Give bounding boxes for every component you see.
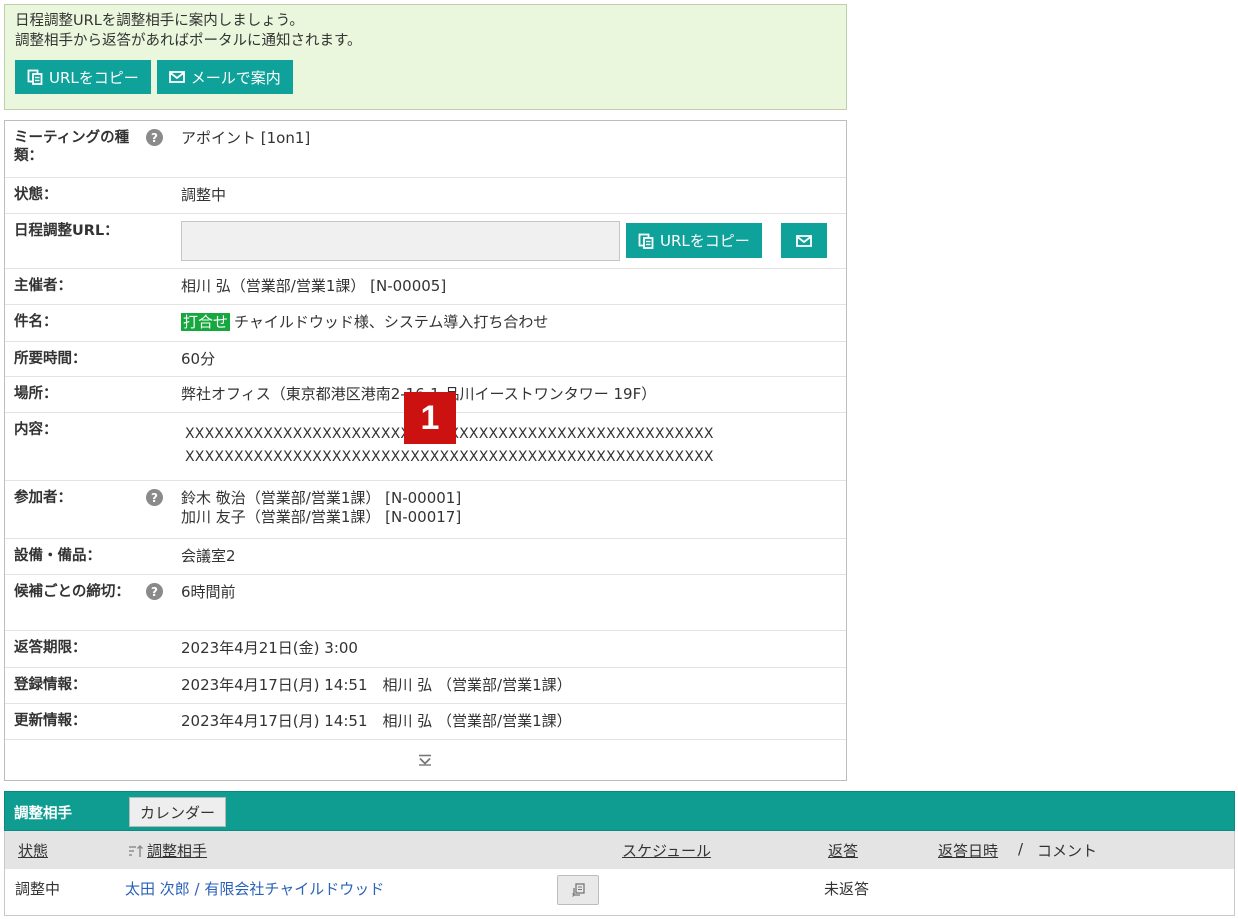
row-status: 状態： 調整中 xyxy=(5,178,846,214)
row-updated: 更新情報： 2023年4月17日(月) 14:51 相川 弘 （営業部/営業1課… xyxy=(5,704,846,740)
updated-label: 更新情報： xyxy=(14,713,87,729)
row-candidate-deadline: 候補ごとの締切： ? 6時間前 xyxy=(5,575,846,631)
status-label: 状態： xyxy=(14,187,58,203)
content-label: 内容： xyxy=(14,422,58,438)
reply-deadline-value: 2023年4月21日(金) 3:00 xyxy=(181,639,358,657)
notice-line-2: 調整相手から返答があればポータルに通知されます。 xyxy=(15,33,362,49)
help-icon[interactable]: ? xyxy=(146,583,163,600)
subject-label: 件名： xyxy=(14,314,58,330)
col-schedule[interactable]: スケジュール xyxy=(622,840,711,861)
help-icon[interactable]: ? xyxy=(146,129,163,146)
url-copy-button[interactable]: URLをコピー xyxy=(626,223,762,258)
mail-invite-label: メールで案内 xyxy=(190,68,281,87)
counterparts-column-header: 状態 調整相手 スケジュール 返答 返答日時 / コメント xyxy=(4,831,1235,869)
meeting-type-value: アポイント [1on1] xyxy=(181,129,311,147)
sort-icon xyxy=(128,843,144,859)
subject-tag: 打合せ xyxy=(181,313,231,331)
copy-icon xyxy=(638,233,654,249)
copy-url-button[interactable]: URLをコピー xyxy=(15,60,151,94)
url-copy-label: URLをコピー xyxy=(660,232,750,250)
subject-value: 打合せ チャイルドウッド様、システム導入打ち合わせ xyxy=(181,313,548,332)
col-separator: / xyxy=(1018,840,1024,858)
reply-deadline-label: 返答期限： xyxy=(14,640,87,656)
notice-line-1: 日程調整URLを調整相手に案内しましょう。 xyxy=(15,13,304,29)
row-schedule-url: 日程調整URL： URLをコピー xyxy=(5,214,846,269)
annotation-badge-1: 1 xyxy=(404,392,456,444)
counterparts-header: 調整相手 カレンダー xyxy=(4,791,1235,831)
registered-label: 登録情報： xyxy=(14,677,87,693)
mail-icon xyxy=(168,69,185,85)
participant-item: 鈴木 敬治（営業部/営業1課） [N-00001] xyxy=(181,489,462,507)
location-label: 場所： xyxy=(14,386,58,402)
copy-icon xyxy=(27,69,43,85)
row-subject: 件名： 打合せ チャイルドウッド様、システム導入打ち合わせ xyxy=(5,305,846,342)
row-reply: 未返答 xyxy=(824,880,870,898)
row-equipment: 設備・備品： 会議室2 xyxy=(5,539,846,575)
col-comment: コメント xyxy=(1037,842,1098,860)
duration-label: 所要時間： xyxy=(14,351,87,367)
notice-actions: URLをコピー メールで案内 xyxy=(15,60,836,94)
counterparts-title: 調整相手 xyxy=(14,806,72,822)
schedule-button[interactable] xyxy=(557,875,599,905)
meeting-detail-table: ミーティングの種類： ? アポイント [1on1] 状態： 調整中 日程調整UR… xyxy=(4,120,847,781)
expand-toggle-icon[interactable] xyxy=(416,752,434,768)
table-row: 調整中 太田 次郎 / 有限会社チャイルドウッド 未返答 xyxy=(4,869,1235,916)
organizer-value: 相川 弘（営業部/営業1課） [N-00005] xyxy=(181,277,447,295)
copy-url-label: URLをコピー xyxy=(49,68,139,87)
col-counterpart[interactable]: 調整相手 xyxy=(128,840,207,861)
row-meeting-type: ミーティングの種類： ? アポイント [1on1] xyxy=(5,121,846,178)
schedule-url-label: 日程調整URL： xyxy=(14,223,119,239)
col-counterpart-label: 調整相手 xyxy=(147,842,208,860)
participant-item: 加川 友子（営業部/営業1課） [N-00017] xyxy=(181,508,462,526)
row-status: 調整中 xyxy=(15,880,61,898)
status-value: 調整中 xyxy=(181,186,227,204)
registered-value: 2023年4月17日(月) 14:51 相川 弘 （営業部/営業1課） xyxy=(181,676,572,694)
candidate-deadline-label: 候補ごとの締切： xyxy=(14,584,130,600)
duration-value: 60分 xyxy=(181,350,216,368)
subject-text: チャイルドウッド様、システム導入打ち合わせ xyxy=(234,313,549,331)
meeting-type-label: ミーティングの種類： xyxy=(14,130,130,164)
organizer-label: 主催者： xyxy=(14,278,72,294)
col-reply[interactable]: 返答 xyxy=(828,840,858,861)
notice-box: 日程調整URLを調整相手に案内しましょう。 調整相手から返答があればポータルに通… xyxy=(4,4,847,110)
content-line-2: XXXXXXXXXXXXXXXXXXXXXXXXXXXXXXXXXXXXXXXX… xyxy=(185,449,714,465)
calendar-button[interactable]: カレンダー xyxy=(129,797,227,827)
participants-value: 鈴木 敬治（営業部/営業1課） [N-00001] 加川 友子（営業部/営業1課… xyxy=(181,489,461,527)
row-duration: 所要時間： 60分 xyxy=(5,342,846,377)
row-reply-deadline: 返答期限： 2023年4月21日(金) 3:00 xyxy=(5,631,846,668)
schedule-url-field[interactable] xyxy=(181,221,620,261)
help-icon[interactable]: ? xyxy=(146,489,163,506)
equipment-value: 会議室2 xyxy=(181,547,236,565)
candidate-deadline-value: 6時間前 xyxy=(181,583,236,601)
col-status[interactable]: 状態 xyxy=(18,840,48,861)
equipment-label: 設備・備品： xyxy=(14,548,101,564)
row-counterpart-link[interactable]: 太田 次郎 / 有限会社チャイルドウッド xyxy=(125,878,384,899)
url-mail-button[interactable] xyxy=(781,223,827,258)
participants-label: 参加者： xyxy=(14,490,72,506)
updated-value: 2023年4月17日(月) 14:51 相川 弘 （営業部/営業1課） xyxy=(181,712,572,730)
mail-icon xyxy=(796,233,812,249)
row-registered: 登録情報： 2023年4月17日(月) 14:51 相川 弘 （営業部/営業1課… xyxy=(5,668,846,704)
row-organizer: 主催者： 相川 弘（営業部/営業1課） [N-00005] xyxy=(5,269,846,305)
mail-invite-button[interactable]: メールで案内 xyxy=(156,60,293,94)
schedule-icon xyxy=(570,882,586,898)
col-reply-date[interactable]: 返答日時 xyxy=(938,840,998,861)
row-participants: 参加者： ? 鈴木 敬治（営業部/営業1課） [N-00001] 加川 友子（営… xyxy=(5,481,846,539)
